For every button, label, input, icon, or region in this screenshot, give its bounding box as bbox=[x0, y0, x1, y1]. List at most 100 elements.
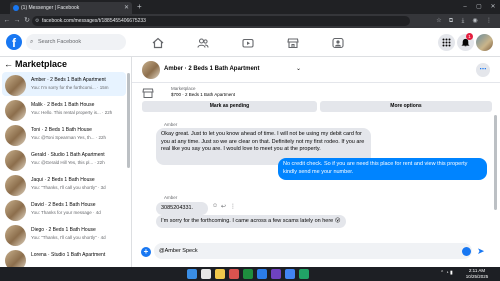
emoji-icon[interactable] bbox=[462, 247, 471, 256]
conversation-snippet: You: @Toni Spearman Yes, th... · 22h bbox=[31, 135, 106, 140]
forward-icon[interactable]: → bbox=[12, 14, 22, 28]
profile-icon[interactable]: ◉ bbox=[470, 14, 480, 28]
conversation-item-jaqui[interactable]: Jaqui · 2 Beds 1 Bath House You: "Thanks… bbox=[2, 172, 126, 196]
marketplace-title: Marketplace bbox=[15, 59, 68, 69]
sender-name: Amber bbox=[164, 122, 178, 127]
message-bubble-incoming[interactable]: 3085204331. bbox=[156, 202, 208, 215]
address-bar[interactable]: ⚙ facebook.com/messages/t/18854554066752… bbox=[32, 16, 410, 26]
conversation-title: Lorena · Studio 1 Bath Apartment bbox=[31, 252, 106, 258]
listing-thumbnail bbox=[5, 75, 26, 96]
conversation-item-gerald[interactable]: Gerald · Studio 1 Bath Apartment You: @G… bbox=[2, 147, 126, 171]
bookmark-star-icon[interactable]: ☆ bbox=[434, 14, 444, 28]
chat-title[interactable]: Amber · 2 Beds 1 Bath Apartment bbox=[164, 66, 259, 72]
downloads-icon[interactable]: ⤓ bbox=[458, 14, 468, 28]
taskbar: ⌃ ◔ ▮ 2:11 AM 10/25/2025 bbox=[0, 267, 500, 281]
add-attachment-icon[interactable]: + bbox=[141, 247, 151, 257]
listing-thumbnail bbox=[5, 100, 26, 121]
listing-thumbnail bbox=[5, 125, 26, 146]
search-placeholder: Search Facebook bbox=[38, 39, 82, 45]
friends-icon[interactable] bbox=[197, 37, 209, 49]
app-taskbar-icon[interactable] bbox=[229, 269, 239, 279]
conversation-item-malik[interactable]: Malik · 2 Beds 1 Bath House You: Hello. … bbox=[2, 97, 126, 121]
conversation-item-toni[interactable]: Toni · 2 Beds 1 Bath House You: @Toni Sp… bbox=[2, 122, 126, 146]
listing-thumbnail bbox=[5, 175, 26, 196]
clock-date: 10/25/2025 bbox=[465, 274, 489, 279]
react-icon[interactable]: ☺ bbox=[212, 203, 218, 209]
start-windows-icon[interactable] bbox=[187, 269, 197, 279]
chat-avatar[interactable] bbox=[142, 61, 160, 79]
listing-thumbnail bbox=[5, 200, 26, 221]
back-icon[interactable]: ← bbox=[2, 14, 12, 28]
conversation-snippet: You: "Thanks, I'll call you shortly" · 4… bbox=[31, 235, 106, 240]
home-icon[interactable] bbox=[152, 37, 164, 49]
facebook-logo[interactable]: f bbox=[6, 34, 22, 50]
more-options-button[interactable]: More options bbox=[320, 101, 492, 112]
minimize-icon[interactable]: – bbox=[458, 0, 472, 14]
facebook-favicon-icon bbox=[13, 5, 19, 11]
account-avatar[interactable] bbox=[476, 34, 493, 51]
listing-thumbnail bbox=[5, 150, 26, 171]
message-bubble[interactable]: I'm sorry for the forthcoming. I came ac… bbox=[156, 215, 346, 228]
close-window-icon[interactable]: ✕ bbox=[486, 0, 500, 14]
listing-info[interactable]: $700 · 2 Beds 1 Bath Apartment bbox=[171, 92, 235, 97]
facebook-search-input[interactable]: ⌕ Search Facebook bbox=[26, 34, 126, 50]
mark-as-pending-button[interactable]: Mark as pending bbox=[142, 101, 317, 112]
tab-title: (1) Messenger | Facebook bbox=[21, 5, 80, 11]
search-icon: ⌕ bbox=[30, 39, 34, 45]
conversation-list-scrollbar[interactable] bbox=[127, 73, 130, 168]
conversation-item-diego[interactable]: Diego · 2 Beds 1 Bath House You: "Thanks… bbox=[2, 222, 126, 246]
clock[interactable]: 2:11 AM 10/25/2025 bbox=[462, 268, 492, 280]
close-tab-icon[interactable]: ✕ bbox=[124, 2, 129, 14]
site-info-icon[interactable]: ⚙ bbox=[35, 16, 39, 26]
chrome-menu-icon[interactable]: ⋮ bbox=[484, 14, 494, 28]
video-icon[interactable] bbox=[242, 37, 254, 49]
marketplace-label: Marketplace bbox=[171, 86, 196, 91]
browser-tab[interactable]: (1) Messenger | Facebook ✕ bbox=[10, 2, 132, 14]
app-taskbar-icon[interactable] bbox=[257, 269, 267, 279]
app-taskbar-icon[interactable] bbox=[243, 269, 253, 279]
conversation-snippet: You: @Gerald Hill Yes, this pl... · 22h bbox=[31, 160, 105, 165]
message-composer: + ➤ bbox=[132, 239, 500, 267]
chat-header: Amber · 2 Beds 1 Bath Apartment ⌄ ⋯ bbox=[132, 57, 500, 83]
reload-icon[interactable]: ↻ bbox=[22, 14, 32, 28]
chrome-taskbar-icon[interactable] bbox=[285, 269, 295, 279]
conversation-item-lorena[interactable]: Lorena · Studio 1 Bath Apartment bbox=[2, 247, 126, 267]
more-actions-icon[interactable]: ⋮ bbox=[230, 203, 236, 210]
reply-icon[interactable]: ↩ bbox=[221, 203, 226, 210]
conversation-snippet: You: "Thanks, I'll call you shortly" · 3… bbox=[31, 185, 106, 190]
chat-panel: Amber · 2 Beds 1 Bath Apartment ⌄ ⋯ Mark… bbox=[132, 57, 500, 267]
search-taskbar-icon[interactable] bbox=[201, 269, 211, 279]
system-tray-icons[interactable]: ⌃ ◔ ▮ bbox=[440, 270, 453, 276]
message-bubble-outgoing[interactable]: No credit check. So if you are need this… bbox=[278, 158, 487, 180]
send-icon[interactable]: ➤ bbox=[477, 244, 485, 258]
conversation-title: David · 2 Beds 1 Bath House bbox=[31, 202, 96, 208]
app-taskbar-icon[interactable] bbox=[299, 269, 309, 279]
conversation-item-amber[interactable]: Amber · 2 Beds 1 Bath Apartment You: I'm… bbox=[2, 72, 126, 96]
chevron-down-icon[interactable]: ⌄ bbox=[296, 65, 301, 72]
conversation-title: Diego · 2 Beds 1 Bath House bbox=[31, 227, 96, 233]
marketplace-icon[interactable] bbox=[287, 37, 299, 49]
browser-tab-bar: (1) Messenger | Facebook ✕ + – ▢ ✕ bbox=[0, 0, 500, 14]
back-arrow-icon[interactable]: ← bbox=[4, 58, 13, 70]
extensions-icon[interactable]: ⧉ bbox=[446, 14, 456, 28]
new-tab-icon[interactable]: + bbox=[137, 2, 142, 12]
more-options-icon[interactable]: ⋯ bbox=[476, 63, 490, 77]
file-explorer-icon[interactable] bbox=[215, 269, 225, 279]
listing-thumbnail bbox=[5, 225, 26, 246]
menu-grid-icon[interactable] bbox=[438, 34, 455, 51]
marketplace-listing-icon bbox=[142, 87, 154, 99]
conversation-snippet: You: Hello. This rental property is... ·… bbox=[31, 110, 113, 115]
conversation-item-david[interactable]: David · 2 Beds 1 Bath House You: Thanks … bbox=[2, 197, 126, 221]
conversation-title: Toni · 2 Beds 1 Bath House bbox=[31, 127, 92, 133]
conversation-snippet: You: I'm sorry for the forthcomi... · 15… bbox=[31, 85, 109, 90]
app-taskbar-icon[interactable] bbox=[271, 269, 281, 279]
maximize-icon[interactable]: ▢ bbox=[472, 0, 486, 14]
chat-scrollbar[interactable] bbox=[494, 115, 497, 210]
facebook-header: f ⌕ Search Facebook 1 bbox=[0, 28, 500, 57]
groups-icon[interactable] bbox=[332, 37, 344, 49]
sender-name: Amber bbox=[164, 195, 178, 200]
conversation-title: Amber · 2 Beds 1 Bath Apartment bbox=[31, 77, 106, 83]
marketplace-conversation-list: ← Marketplace Amber · 2 Beds 1 Bath Apar… bbox=[0, 57, 132, 267]
notification-badge: 1 bbox=[466, 33, 473, 40]
message-input[interactable] bbox=[154, 243, 472, 259]
